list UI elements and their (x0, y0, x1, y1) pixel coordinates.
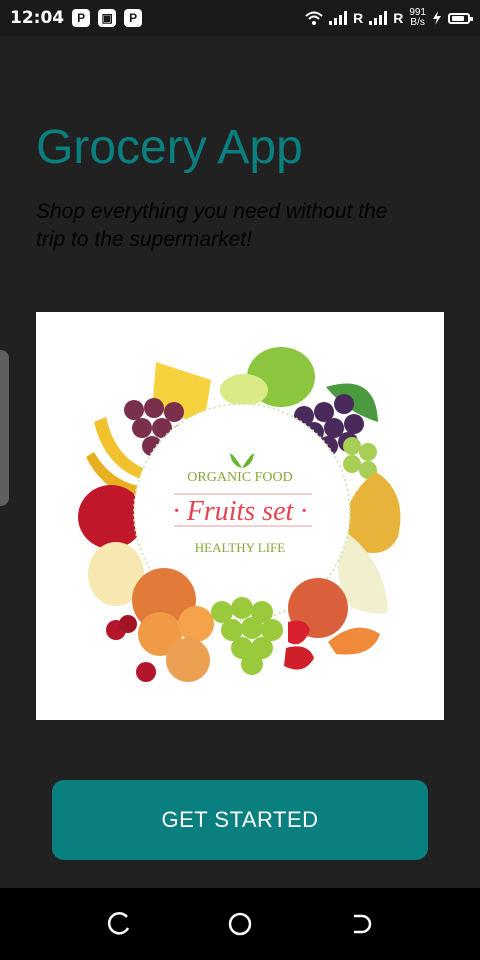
apple-slice (220, 374, 268, 406)
home-icon[interactable] (218, 902, 262, 946)
strawberry (284, 646, 314, 670)
status-bar-right: R R 991 B/s (305, 8, 473, 28)
signal-icon (329, 11, 348, 25)
signal-icon (369, 11, 388, 25)
green-grapes-bottom (211, 597, 283, 675)
apricot (178, 606, 214, 642)
status-time: 12:04 (10, 8, 65, 28)
bullet-dot: · (172, 496, 180, 527)
status-bar-left: 12:04 P ▣ P (10, 8, 143, 28)
hero-main-label-text: Fruits set (186, 496, 294, 527)
battery-icon (448, 12, 473, 24)
network-speed: 991 B/s (409, 8, 426, 28)
notification-parking-icon: P (124, 9, 143, 27)
status-bar: 12:04 P ▣ P R R 991 B/s (0, 0, 480, 36)
network-label-2: R (393, 10, 404, 26)
edge-panel-handle[interactable] (0, 350, 9, 506)
recent-apps-icon[interactable] (338, 902, 382, 946)
cherry (136, 662, 156, 682)
hero-bottom-label: HEALTHY LIFE (194, 540, 286, 555)
charging-icon (433, 11, 441, 25)
hero-main-label: · Fruits set · (36, 496, 444, 528)
bullet-dot: · (300, 496, 308, 527)
hero-top-label: ORGANIC FOOD (187, 470, 293, 485)
get-started-button[interactable]: GET STARTED (52, 780, 428, 860)
app-title: Grocery App (36, 121, 303, 174)
app-subtitle: Shop everything you need without the tri… (36, 200, 388, 251)
back-icon[interactable] (98, 902, 142, 946)
notification-p-icon: P (72, 9, 91, 27)
hero-image: ORGANIC FOOD · Fruits set · HEALTHY LIFE (36, 312, 444, 720)
network-speed-unit: B/s (410, 17, 425, 28)
navigation-bar (0, 888, 480, 960)
notification-gallery-icon: ▣ (98, 9, 117, 27)
wifi-icon (305, 11, 323, 25)
network-label-1: R (353, 10, 364, 26)
